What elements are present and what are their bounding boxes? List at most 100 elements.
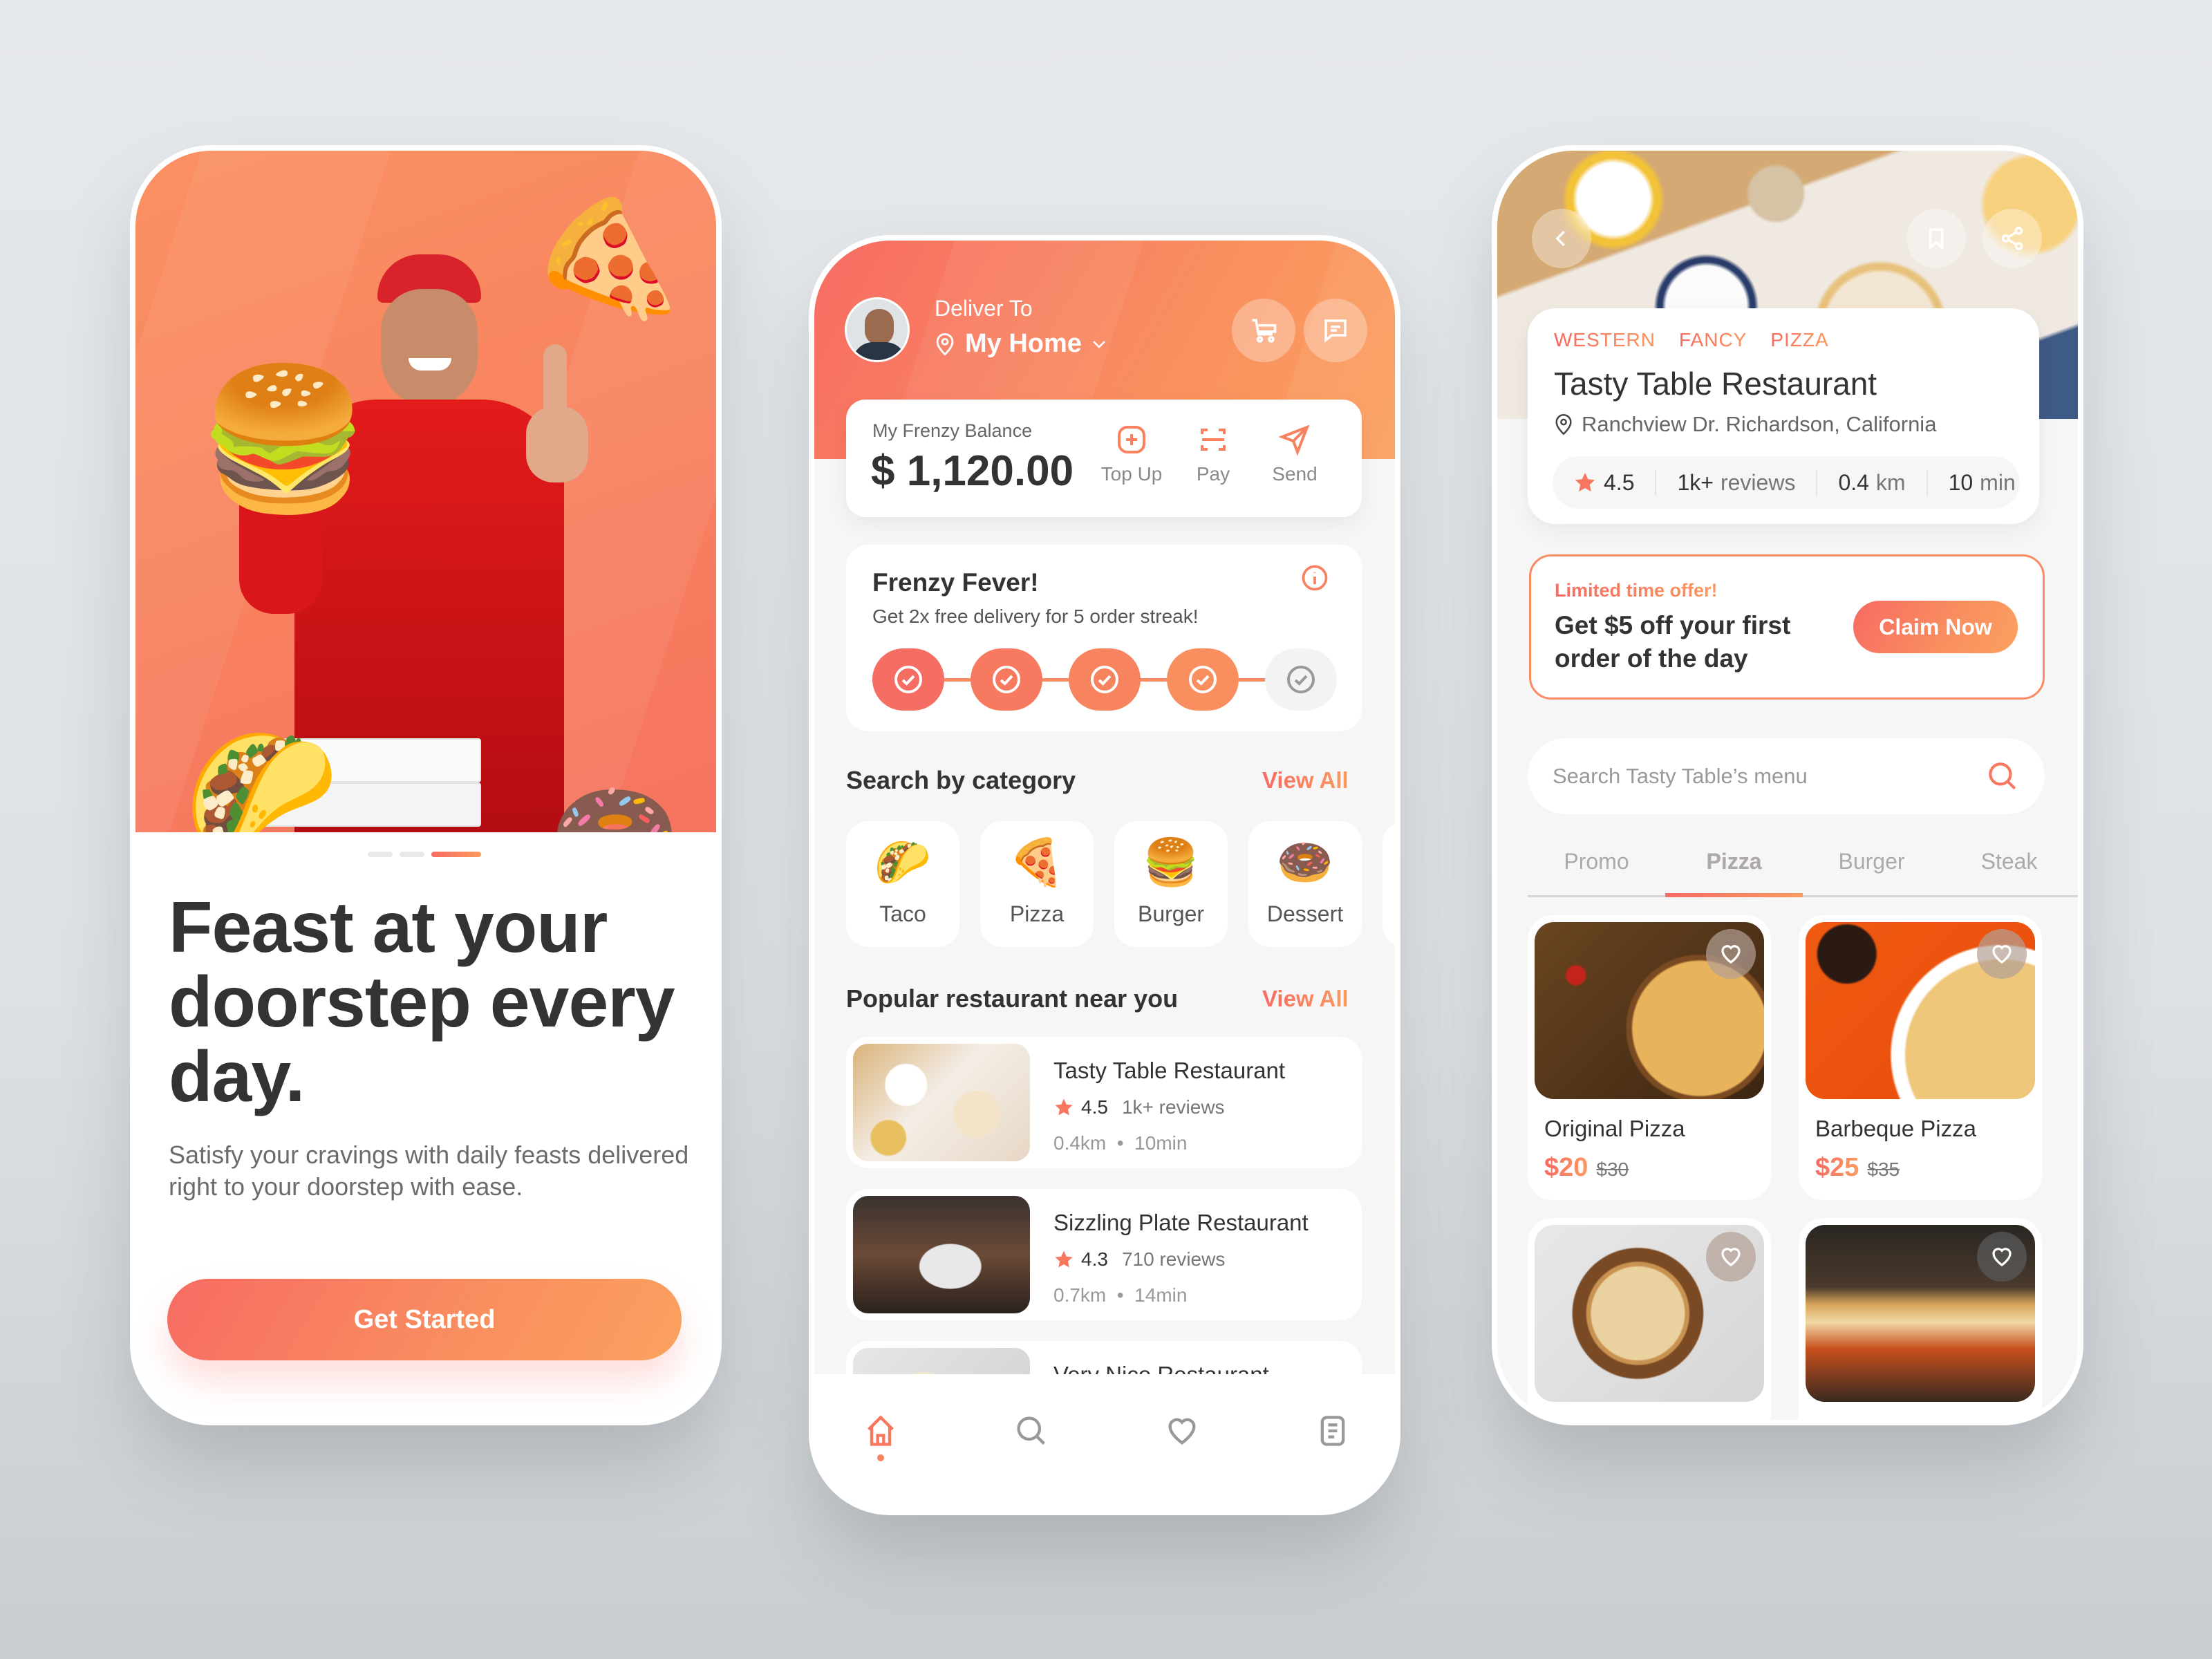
restaurant-address: Ranchview Dr. Richardson, California — [1554, 412, 1936, 437]
send-button[interactable]: Send — [1257, 423, 1333, 485]
page-dot[interactable] — [368, 852, 393, 857]
restaurant-photo — [853, 1044, 1030, 1161]
check-circle-icon — [993, 666, 1020, 693]
search-icon[interactable] — [1985, 759, 2020, 794]
star-icon — [1575, 472, 1595, 492]
deliver-to-label: Deliver To — [935, 296, 1033, 321]
restaurant-card[interactable]: Tasty Table Restaurant 4.5 1k+ reviews 0… — [846, 1037, 1362, 1168]
location-pin-icon — [1555, 414, 1572, 435]
popular-view-all-link[interactable]: View All — [1262, 986, 1349, 1012]
reviews-stat[interactable]: 1k+ reviews — [1656, 469, 1818, 496]
streak-progress — [872, 648, 1337, 711]
category-more[interactable] — [1382, 821, 1395, 947]
category-taco[interactable]: 🌮 Taco — [846, 821, 959, 947]
fever-subtitle: Get 2x free delivery for 5 order streak! — [872, 606, 1199, 627]
pay-button[interactable]: Pay — [1175, 423, 1251, 485]
page-dot[interactable] — [400, 852, 424, 857]
heart-icon — [1721, 1248, 1741, 1267]
get-started-button[interactable]: Get Started — [167, 1279, 682, 1360]
fever-title: Frenzy Fever! — [872, 568, 1039, 597]
pagination-dots — [368, 852, 481, 857]
tab-pizza[interactable]: Pizza — [1665, 842, 1803, 897]
receipt-icon — [1320, 1416, 1345, 1446]
nav-search[interactable] — [1004, 1413, 1059, 1468]
dish-card[interactable]: Barbeque Pizza $25 $35 — [1799, 915, 2042, 1200]
menu-search-input[interactable]: Search Tasty Table’s menu — [1528, 738, 2045, 814]
restaurant-detail-screen: WESTERN FANCY PIZZA Tasty Table Restaura… — [1497, 151, 2078, 1420]
restaurant-photo — [853, 1196, 1030, 1313]
restaurant-name: Sizzling Plate Restaurant — [1053, 1210, 1309, 1235]
restaurant-rating: 4.5 1k+ reviews — [1053, 1096, 1225, 1118]
nav-favorites[interactable] — [1154, 1413, 1210, 1468]
frenzy-fever-card: Frenzy Fever! Get 2x free delivery for 5… — [846, 545, 1362, 731]
offer-card: Limited time offer! Get $5 off your firs… — [1529, 554, 2045, 700]
home-icon — [868, 1415, 894, 1446]
favorite-button[interactable] — [1706, 1232, 1756, 1282]
donut-icon: 🍩 — [1276, 836, 1334, 888]
tab-burger[interactable]: Burger — [1803, 842, 1940, 895]
tab-steak[interactable]: Steak — [1940, 842, 2078, 895]
tag[interactable]: WESTERN — [1554, 329, 1656, 351]
favorite-button[interactable] — [1977, 929, 2027, 979]
location-pin-icon — [936, 332, 954, 356]
heart-icon — [1168, 1418, 1196, 1445]
cart-button[interactable] — [1232, 299, 1295, 362]
dish-photo — [1535, 1225, 1764, 1402]
restaurant-card[interactable]: Sizzling Plate Restaurant 4.3 710 review… — [846, 1189, 1362, 1320]
offer-label: Limited time offer! — [1555, 580, 1718, 601]
category-dessert[interactable]: 🍩 Dessert — [1248, 821, 1362, 947]
cuisine-tags: WESTERN FANCY PIZZA — [1554, 329, 1829, 351]
user-avatar[interactable] — [845, 297, 910, 362]
streak-connector — [944, 677, 971, 682]
taco-icon: 🌮 — [874, 836, 932, 888]
category-burger[interactable]: 🍔 Burger — [1114, 821, 1228, 947]
dish-card[interactable] — [1799, 1218, 2042, 1420]
chevron-left-icon — [1555, 230, 1565, 247]
dish-card[interactable] — [1528, 1218, 1771, 1420]
search-icon — [1017, 1416, 1045, 1445]
category-view-all-link[interactable]: View All — [1262, 767, 1349, 794]
restaurant-stats: 4.5 1k+ reviews 0.4 km 10 min — [1553, 456, 2020, 509]
dish-name: Barbeque Pizza — [1815, 1116, 1976, 1141]
streak-step-completed — [1069, 648, 1141, 711]
location-selector[interactable]: My Home — [935, 329, 1107, 359]
time-stat: 10 min — [1948, 469, 2016, 495]
dish-price: $25 $35 — [1815, 1153, 1900, 1182]
burger-icon: 🍔 — [1142, 836, 1200, 888]
chat-button[interactable] — [1304, 299, 1367, 362]
top-up-button[interactable]: Top Up — [1094, 423, 1170, 485]
dish-price: $20 $30 — [1544, 1153, 1629, 1182]
rating-stat: 4.5 — [1553, 469, 1657, 496]
bookmark-button[interactable] — [1906, 209, 1966, 268]
home-screen: Deliver To My Home My Frenzy Balance $ 1… — [814, 241, 1395, 1510]
plus-square-icon — [1118, 426, 1145, 453]
category-pizza[interactable]: 🍕 Pizza — [980, 821, 1094, 947]
scan-icon — [1201, 429, 1226, 451]
taco-sticker: 🌮 — [184, 721, 339, 832]
info-icon[interactable] — [1300, 563, 1330, 593]
restaurant-meta: 0.7km • 14min — [1053, 1284, 1188, 1306]
favorite-button[interactable] — [1977, 1232, 2027, 1282]
streak-connector — [1239, 677, 1265, 682]
nav-home[interactable] — [853, 1413, 908, 1468]
chevron-down-icon — [1093, 340, 1105, 348]
tag[interactable]: PIZZA — [1770, 329, 1828, 351]
offer-text: Get $5 off your first order of the day — [1555, 611, 1791, 673]
chat-icon — [1324, 319, 1347, 343]
share-button[interactable] — [1983, 209, 2042, 268]
back-button[interactable] — [1532, 209, 1591, 268]
hero-image: 🍕 🍔 🌮 🍩 — [135, 151, 716, 832]
pizza-icon: 🍕 — [1008, 836, 1066, 888]
nav-orders[interactable] — [1305, 1413, 1360, 1468]
favorite-button[interactable] — [1706, 929, 1756, 979]
restaurant-meta: 0.4km • 10min — [1053, 1132, 1188, 1154]
dish-card[interactable]: Original Pizza $20 $30 — [1528, 915, 1771, 1200]
restaurant-name: Tasty Table Restaurant — [1053, 1058, 1286, 1083]
tag[interactable]: FANCY — [1679, 329, 1747, 351]
dish-photo — [1806, 1225, 2035, 1402]
page-dot-active[interactable] — [431, 852, 481, 857]
claim-now-button[interactable]: Claim Now — [1853, 601, 2018, 653]
onboarding-subtitle: Satisfy your cravings with daily feasts … — [169, 1141, 689, 1201]
tab-promo[interactable]: Promo — [1528, 842, 1665, 895]
search-placeholder: Search Tasty Table’s menu — [1553, 764, 1808, 788]
